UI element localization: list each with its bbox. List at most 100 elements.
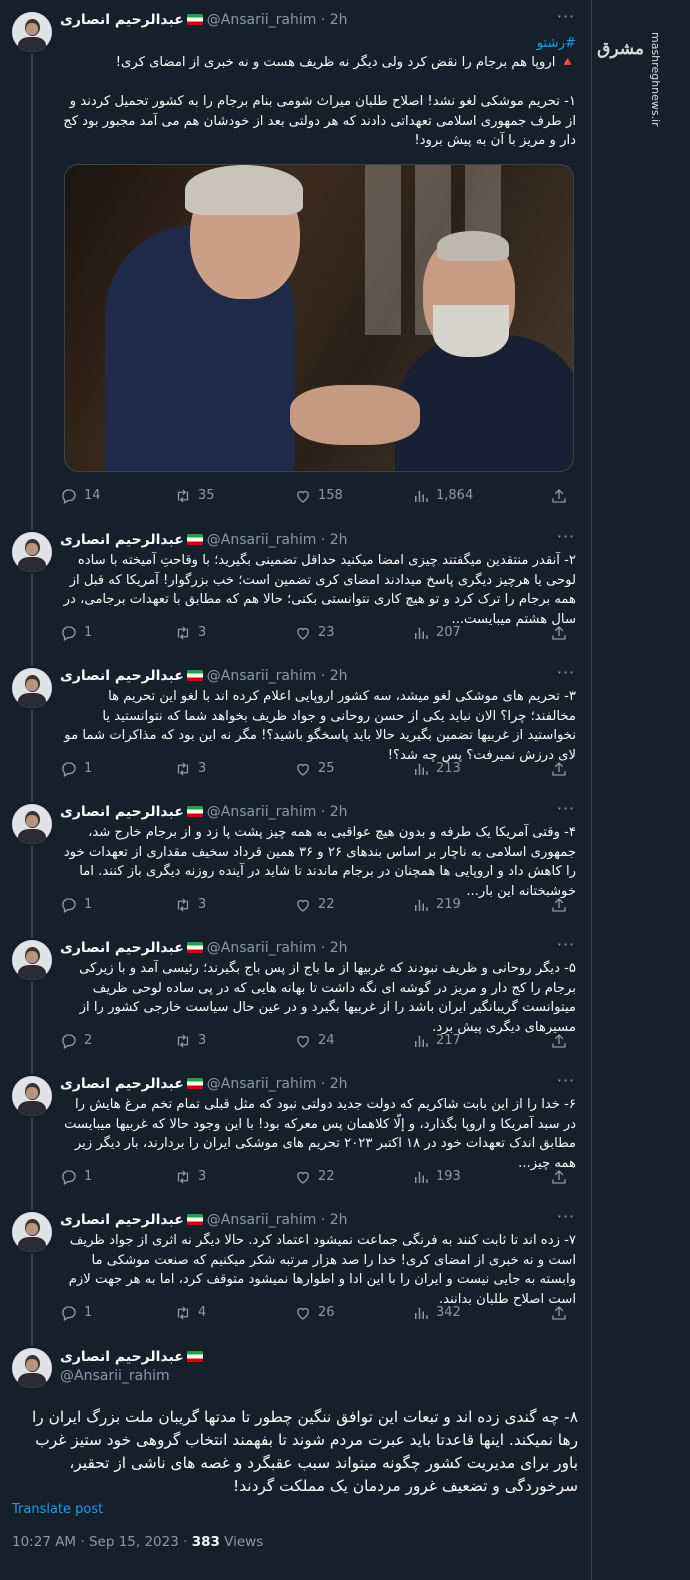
author-name[interactable]: عبدالرحیم انصاری [60, 1076, 184, 1092]
author-handle[interactable]: @Ansarii_rahim [207, 940, 317, 956]
like-icon [297, 1171, 309, 1184]
author-name[interactable]: عبدالرحیم انصاری [60, 804, 184, 820]
avatar[interactable] [12, 1348, 52, 1388]
author-name[interactable]: عبدالرحیم انصاری [60, 532, 184, 548]
retweet-button[interactable]: 3 [174, 895, 206, 915]
separator-dot: · [320, 1212, 326, 1228]
tweet-actions: 1 3 22 193 [60, 1167, 576, 1187]
more-icon[interactable]: ··· [556, 9, 576, 30]
more-icon[interactable]: ··· [556, 1073, 576, 1094]
views-button[interactable]: 213 [412, 759, 461, 779]
avatar[interactable] [12, 532, 52, 572]
views-button[interactable]: 342 [412, 1303, 461, 1323]
author-name[interactable]: عبدالرحیم انصاری [60, 940, 184, 956]
tweet-time[interactable]: 2h [330, 668, 348, 684]
retweet-button[interactable]: 35 [174, 486, 215, 506]
avatar[interactable] [12, 668, 52, 708]
thread-tweet-2[interactable]: عبدالرحیم انصاری @Ansarii_rahim · 2h ··· … [0, 520, 592, 656]
retweet-button[interactable]: 3 [174, 1031, 206, 1051]
iran-flag-icon [186, 942, 203, 953]
avatar[interactable] [12, 12, 52, 52]
tweet-time[interactable]: 2h [330, 1076, 348, 1092]
reply-button[interactable]: 2 [60, 1031, 92, 1051]
share-button[interactable] [550, 895, 568, 915]
author-handle[interactable]: @Ansarii_rahim [207, 1076, 317, 1092]
reply-button[interactable]: 14 [60, 486, 101, 506]
reply-button[interactable]: 1 [60, 895, 92, 915]
focused-author[interactable]: عبدالرحیم انصاری [60, 1347, 207, 1367]
author-name[interactable]: عبدالرحیم انصاری [60, 12, 184, 28]
like-button[interactable]: 158 [294, 486, 343, 506]
author-handle[interactable]: @Ansarii_rahim [207, 804, 317, 820]
like-button[interactable]: 26 [294, 1303, 335, 1323]
author-handle[interactable]: @Ansarii_rahim [207, 1212, 317, 1228]
thread-tweet-3[interactable]: عبدالرحیم انصاری @Ansarii_rahim · 2h ··· … [0, 656, 592, 792]
share-icon [552, 762, 566, 776]
like-button[interactable]: 22 [294, 1167, 335, 1187]
like-count: 158 [318, 488, 343, 503]
more-icon[interactable]: ··· [556, 529, 576, 550]
tweet-time[interactable]: 2h [330, 804, 348, 820]
author-handle[interactable]: @Ansarii_rahim [207, 668, 317, 684]
retweet-button[interactable]: 3 [174, 759, 206, 779]
share-button[interactable] [550, 1167, 568, 1187]
avatar[interactable] [12, 940, 52, 980]
avatar[interactable] [12, 804, 52, 844]
thread-tweet-7[interactable]: عبدالرحیم انصاری @Ansarii_rahim · 2h ··· … [0, 1200, 592, 1336]
author-handle[interactable]: @Ansarii_rahim [60, 1366, 170, 1386]
share-button[interactable] [550, 759, 568, 779]
share-button[interactable] [550, 1031, 568, 1051]
tweet-time[interactable]: 2h [330, 940, 348, 956]
thread-tweet-6[interactable]: عبدالرحیم انصاری @Ansarii_rahim · 2h ··· … [0, 1064, 592, 1200]
views-button[interactable]: 193 [412, 1167, 461, 1187]
author-name[interactable]: عبدالرحیم انصاری [60, 668, 184, 684]
hashtag-link[interactable]: #رشتو [537, 36, 576, 51]
reply-icon [62, 762, 76, 777]
tweet-time[interactable]: 2h [330, 1212, 348, 1228]
tweet-time[interactable]: 2h [330, 12, 348, 28]
reply-button[interactable]: 1 [60, 759, 92, 779]
share-button[interactable] [550, 623, 568, 643]
tweet-photo[interactable] [64, 164, 574, 472]
retweet-button[interactable]: 3 [174, 1167, 206, 1187]
hashtag-line: #رشتو [60, 34, 576, 54]
like-button[interactable]: 24 [294, 1031, 335, 1051]
thread-tweet-4[interactable]: عبدالرحیم انصاری @Ansarii_rahim · 2h ··· … [0, 792, 592, 928]
more-icon[interactable]: ··· [556, 937, 576, 958]
author-handle[interactable]: @Ansarii_rahim [207, 12, 317, 28]
reply-button[interactable]: 1 [60, 1167, 92, 1187]
avatar[interactable] [12, 1212, 52, 1252]
views-button[interactable]: 219 [412, 895, 461, 915]
reply-button[interactable]: 1 [60, 623, 92, 643]
avatar[interactable] [12, 1076, 52, 1116]
tweet-header: عبدالرحیم انصاری @Ansarii_rahim · 2h [60, 10, 580, 30]
more-icon[interactable]: ··· [556, 801, 576, 822]
thread-tweet-5[interactable]: عبدالرحیم انصاری @Ansarii_rahim · 2h ··· … [0, 928, 592, 1064]
timestamp[interactable]: 10:27 AM · Sep 15, 2023 · [12, 1534, 192, 1550]
views-button[interactable]: 217 [412, 1031, 461, 1051]
tweet-actions: 1 4 26 342 [60, 1303, 576, 1323]
translate-post-link[interactable]: Translate post [12, 1502, 103, 1517]
like-button[interactable]: 23 [294, 623, 335, 643]
separator-dot: · [320, 532, 326, 548]
more-icon[interactable]: ··· [556, 1209, 576, 1230]
views-button[interactable]: 207 [412, 623, 461, 643]
author-name[interactable]: عبدالرحیم انصاری [60, 1349, 184, 1365]
views-total: 383 [191, 1534, 220, 1550]
retweet-button[interactable]: 4 [174, 1303, 206, 1323]
thread-tweet-1[interactable]: عبدالرحیم انصاری @Ansarii_rahim · 2h ··· … [0, 0, 592, 520]
iran-flag-icon [186, 806, 203, 817]
views-button[interactable]: 1,864 [412, 486, 473, 506]
iran-flag-icon [186, 14, 203, 25]
more-icon[interactable]: ··· [556, 665, 576, 686]
share-button[interactable] [550, 1303, 568, 1323]
retweet-button[interactable]: 3 [174, 623, 206, 643]
like-button[interactable]: 22 [294, 895, 335, 915]
like-button[interactable]: 25 [294, 759, 335, 779]
reply-button[interactable]: 1 [60, 1303, 92, 1323]
share-button[interactable] [550, 486, 568, 506]
tweet-time[interactable]: 2h [330, 532, 348, 548]
author-name[interactable]: عبدالرحیم انصاری [60, 1212, 184, 1228]
tweet-text: 🔺 اروپا هم برجام را نقض کرد ولی دیگر نه … [63, 55, 576, 148]
author-handle[interactable]: @Ansarii_rahim [207, 532, 317, 548]
